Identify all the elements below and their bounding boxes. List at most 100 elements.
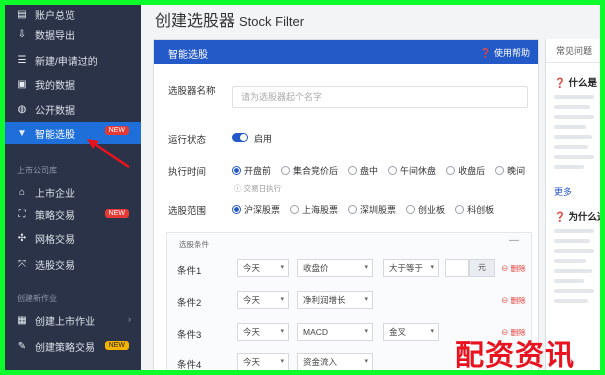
sidebar-section-create: 创建新作业: [17, 294, 57, 303]
new-badge: NEW: [104, 209, 129, 218]
sidebar-item-listed[interactable]: ⌂ 上市企业: [5, 183, 141, 201]
text-line: [554, 269, 592, 273]
conditions-title: 选股条件: [179, 240, 209, 249]
text-line: [554, 155, 594, 159]
scope-option[interactable]: 创业板: [406, 203, 445, 216]
more-link[interactable]: 更多: [554, 185, 572, 198]
new-badge: NEW: [104, 341, 129, 350]
caret-down-icon: ▾: [364, 264, 368, 271]
radio-checked-icon: [232, 205, 241, 214]
globe-icon: ◍: [17, 103, 27, 115]
caret-down-icon: ▾: [430, 328, 434, 335]
scope-option[interactable]: 科创板: [455, 203, 494, 216]
faq-question[interactable]: ❓ 为什么选: [554, 209, 600, 223]
caret-down-icon: ▾: [280, 296, 284, 303]
text-line: [554, 279, 584, 283]
help-link[interactable]: ❓ 使用帮助: [480, 46, 530, 59]
sidebar-item-grid[interactable]: ✣ 网格交易: [5, 229, 141, 247]
text-line: [554, 229, 594, 233]
sidebar-item-strategy[interactable]: ⛶ 策略交易 NEW: [5, 205, 141, 223]
day-select[interactable]: 今天 ▾: [237, 259, 289, 277]
collapse-button[interactable]: —: [509, 235, 519, 246]
text-line: [554, 165, 584, 169]
scope-options: 沪深股票 上海股票 深圳股票 创业板 科创板: [232, 203, 494, 216]
text-line: [554, 299, 588, 303]
edit-icon: ✎: [17, 340, 27, 352]
sidebar: ▤ 账户总览 ⇩ 数据导出 ☰ 新建/申请过的 ▣ 我的数据 ◍ 公开数据 ▼ …: [5, 5, 141, 370]
text-line: [554, 125, 586, 129]
new-badge: NEW: [104, 126, 129, 135]
caret-down-icon: ▾: [280, 264, 284, 271]
file-icon: ▣: [17, 78, 27, 90]
filter-name-input[interactable]: 请为选股器起个名字: [232, 86, 528, 108]
sidebar-item-create-strategy[interactable]: ✎ 创建策略交易 NEW: [5, 337, 141, 355]
caret-down-icon: ▾: [280, 358, 284, 365]
swap-icon: ⤧: [18, 258, 26, 270]
sidebar-item-applied[interactable]: ☰ 新建/申请过的: [5, 51, 141, 69]
exec-option[interactable]: 盘中: [348, 164, 378, 177]
sidebar-item-overview[interactable]: ▤ 账户总览: [5, 5, 141, 23]
status-value: 启用: [254, 134, 273, 144]
text-line: [554, 135, 592, 139]
operator-select[interactable]: 金叉 ▾: [383, 323, 439, 341]
exec-option[interactable]: 开盘前: [232, 164, 271, 177]
exec-option[interactable]: 晚间: [495, 164, 525, 177]
exec-option[interactable]: 午间休盘: [388, 164, 436, 177]
field-select[interactable]: 净利润增长 ▾: [297, 291, 373, 309]
exec-hint: ⓘ 交易日执行: [234, 184, 282, 193]
filter-panel: 智能选股 ❓ 使用帮助 选股器名称 请为选股器起个名字 运行状态 启用 执行时间…: [153, 39, 539, 370]
panel-title: 智能选股: [168, 50, 208, 61]
exec-option[interactable]: 收盘后: [446, 164, 485, 177]
sidebar-item-my-data[interactable]: ▣ 我的数据: [5, 75, 141, 93]
caret-down-icon: ▾: [364, 358, 368, 365]
status-toggle[interactable]: [232, 133, 248, 142]
caret-down-icon: ▾: [364, 328, 368, 335]
text-line: [554, 249, 594, 253]
sidebar-item-select-trade[interactable]: ⤧ 选股交易: [5, 255, 141, 273]
scope-label: 选股范围: [168, 206, 207, 217]
scope-option[interactable]: 深圳股票: [348, 203, 396, 216]
radio-icon: [348, 205, 358, 214]
flow-icon: ⛶: [18, 208, 26, 220]
faq-tab[interactable]: 常见问题: [546, 39, 600, 63]
top-bar: 创建选股器 Stock Filter: [141, 5, 600, 37]
radio-icon: [406, 205, 416, 214]
doc-icon: ▦: [17, 314, 27, 326]
field-select[interactable]: 资金流入 ▾: [297, 353, 373, 370]
radio-icon: [290, 205, 300, 214]
day-select[interactable]: 今天 ▾: [237, 291, 289, 309]
delete-condition[interactable]: ⊖ 删除: [501, 263, 526, 274]
field-select[interactable]: 收盘价 ▾: [297, 259, 373, 277]
text-line: [554, 289, 594, 293]
sidebar-section-listed: 上市公司库: [17, 166, 57, 175]
caret-down-icon: ▾: [430, 264, 434, 271]
value-input[interactable]: [445, 259, 469, 277]
radio-icon: [281, 166, 291, 175]
radio-icon: [348, 166, 358, 175]
panel-header: 智能选股 ❓ 使用帮助: [154, 40, 538, 64]
arrow-annotation: [87, 139, 130, 169]
sidebar-item-export[interactable]: ⇩ 数据导出: [5, 25, 141, 43]
chevron-right-icon: ›: [128, 314, 131, 324]
scope-option[interactable]: 上海股票: [290, 203, 338, 216]
text-line: [554, 145, 588, 149]
scope-option[interactable]: 沪深股票: [232, 203, 280, 216]
sidebar-item-create-job[interactable]: ▦ 创建上市作业 ›: [5, 311, 141, 329]
radio-checked-icon: [232, 166, 241, 175]
field-select[interactable]: MACD ▾: [297, 323, 373, 341]
faq-panel: 常见问题 ❓ 什么是 更多 ❓ 为什么选: [545, 39, 600, 370]
text-line: [554, 95, 594, 99]
sidebar-item-public-data[interactable]: ◍ 公开数据: [5, 100, 141, 118]
status-label: 运行状态: [168, 135, 207, 146]
caret-down-icon: ▾: [280, 328, 284, 335]
exec-time-options: 开盘前 集合竞价后 盘中 午间休盘 收盘后 晚间: [232, 164, 525, 177]
faq-question[interactable]: ❓ 什么是: [554, 75, 597, 89]
operator-select[interactable]: 大于等于 ▾: [383, 259, 439, 277]
text-line: [554, 239, 590, 243]
delete-condition[interactable]: ⊖ 删除: [501, 295, 526, 306]
day-select[interactable]: 今天 ▾: [237, 353, 289, 370]
building-icon: ⌂: [18, 186, 26, 198]
condition-row: 条件1 今天 ▾ 收盘价 ▾ 大于等于 ▾ 元 ⊖ 删除: [167, 257, 531, 279]
exec-option[interactable]: 集合竞价后: [281, 164, 338, 177]
day-select[interactable]: 今天 ▾: [237, 323, 289, 341]
